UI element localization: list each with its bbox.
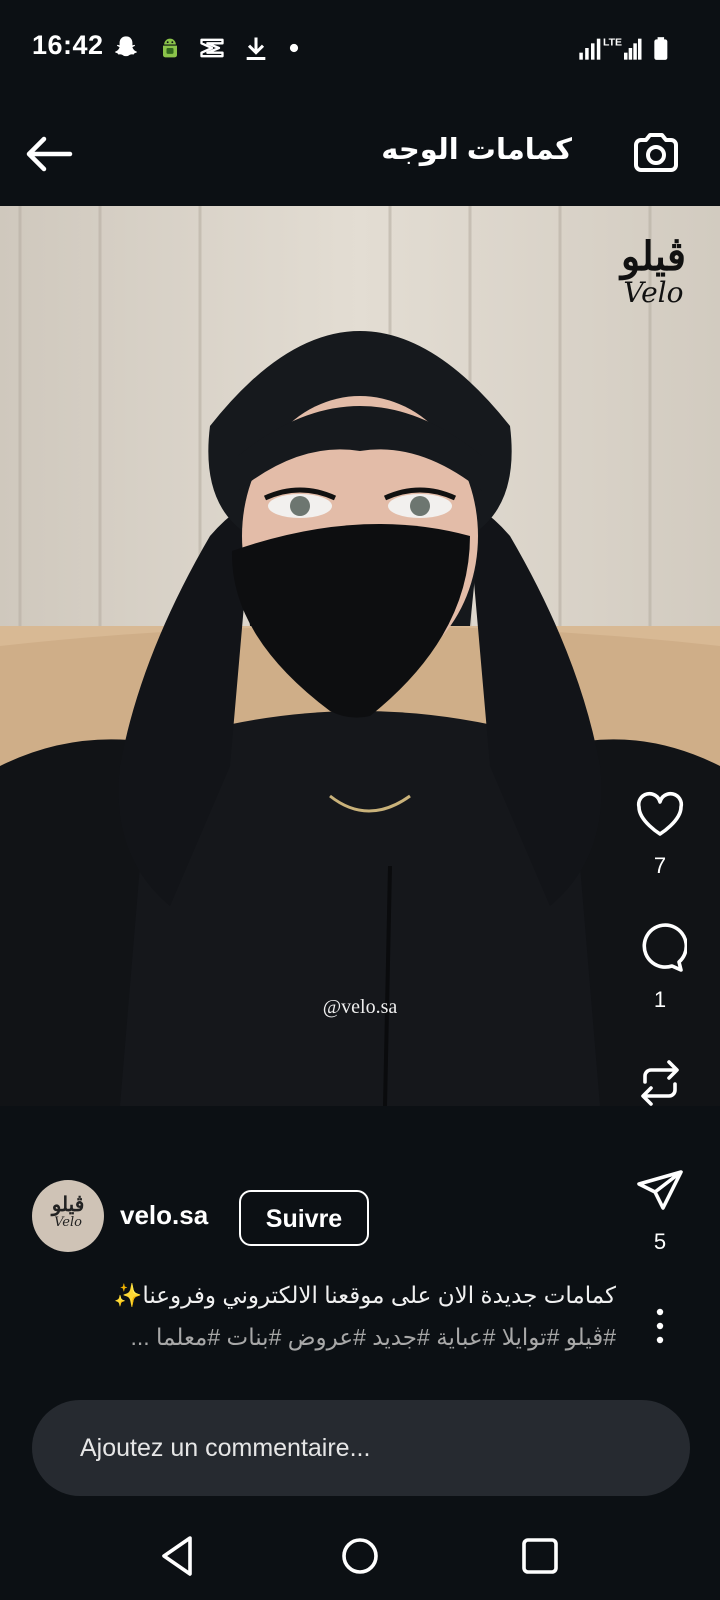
lte-signal-icon: LTE (602, 34, 646, 62)
username[interactable]: velo.sa (120, 1200, 208, 1231)
square-recents-icon (522, 1538, 558, 1574)
repost-button[interactable] (630, 1056, 690, 1115)
avatar-logo-arabic: ڤيلو (51, 1192, 85, 1216)
capcut-icon (198, 34, 226, 62)
camera-icon (634, 133, 678, 172)
share-button[interactable]: 5 (630, 1164, 690, 1255)
status-time: 16:42 (32, 30, 104, 60)
android-debug-icon (156, 34, 184, 62)
battery-icon (650, 34, 676, 62)
comment-button[interactable]: 1 (630, 922, 690, 1013)
page-title: كمامات الوجه (381, 134, 572, 166)
comment-input[interactable] (80, 1400, 640, 1496)
caption-hashtags[interactable]: #ڤيلو #توايلا #عباية #جديد #عروض #بنات #… (36, 1324, 616, 1351)
lte-label: LTE (603, 37, 622, 49)
image-handle-overlay: @velo.sa (322, 996, 398, 1018)
share-count: 5 (653, 1229, 667, 1254)
heart-icon (636, 791, 684, 836)
watermark-latin: Velo (623, 276, 684, 309)
comment-field[interactable] (32, 1400, 690, 1496)
notification-dot-icon (280, 34, 308, 62)
download-icon (242, 34, 270, 62)
more-vertical-icon (656, 1308, 664, 1344)
like-button[interactable]: 7 (630, 788, 690, 879)
snapchat-icon (112, 34, 140, 62)
avatar[interactable]: ڤيلو Velo (32, 1180, 104, 1252)
camera-button[interactable] (628, 126, 684, 182)
nav-home-button[interactable] (334, 1530, 386, 1582)
caption-text[interactable]: كمامات جديدة الان على موقعنا الالكتروني … (36, 1282, 616, 1309)
like-count: 7 (653, 853, 667, 878)
system-nav-bar (0, 1510, 720, 1600)
nav-recents-button[interactable] (514, 1530, 566, 1582)
avatar-logo-latin: Velo (54, 1215, 82, 1230)
watermark-arabic: ڤيلو (620, 233, 686, 280)
arrow-left-icon (26, 136, 73, 172)
paper-plane-icon (637, 1170, 683, 1210)
status-bar: 16:42 LTE (0, 0, 720, 96)
repost-icon (641, 1060, 679, 1106)
circle-home-icon (342, 1538, 378, 1574)
watermark-logo: ڤيلو Velo (621, 236, 686, 308)
speech-bubble-icon (642, 923, 689, 972)
top-bar: كمامات الوجه (0, 96, 720, 206)
more-options-button[interactable] (648, 1306, 672, 1346)
triangle-back-icon (162, 1536, 192, 1576)
post-photo (0, 206, 720, 1106)
back-button[interactable] (20, 126, 76, 182)
nav-back-button[interactable] (152, 1530, 204, 1582)
comment-count: 1 (653, 987, 667, 1012)
follow-button[interactable]: Suivre (239, 1190, 369, 1246)
post-image[interactable]: ڤيلو Velo @velo.sa (0, 206, 720, 1106)
